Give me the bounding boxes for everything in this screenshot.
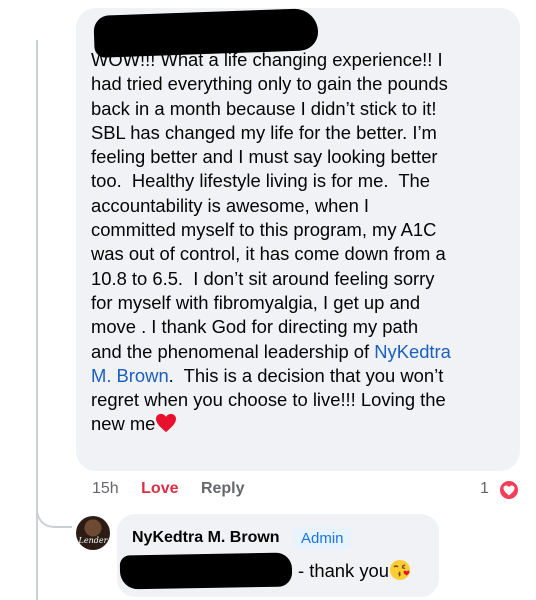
reply-text-content: - thank you bbox=[298, 560, 389, 581]
comment-line-5: feeling better and I must say looking be… bbox=[91, 146, 438, 168]
comment-line-12: move . I thank God for directing my path bbox=[91, 316, 419, 338]
timestamp[interactable]: 15h bbox=[92, 480, 119, 497]
comment-line-1: WOW!!! What a life changing experience!!… bbox=[91, 49, 443, 70]
comment-actions: 15h Love Reply bbox=[92, 480, 263, 498]
reply-button[interactable]: Reply bbox=[201, 480, 245, 497]
reply-connector bbox=[36, 476, 72, 528]
reaction-count[interactable]: 1 bbox=[480, 480, 489, 498]
comment-line-13: and the phenomenal leadership of bbox=[91, 340, 375, 362]
comment-line-3: back in a month because I didn’t stick t… bbox=[91, 97, 437, 119]
comment-line-10: 10.8 to 6.5. I don’t sit around feeling … bbox=[91, 267, 435, 289]
comment-line-7: accountability is awesome, when I bbox=[91, 194, 370, 216]
comment-line-16: new me bbox=[91, 413, 156, 435]
comment-line-11: for myself with fibromyalgia, I get up a… bbox=[91, 291, 421, 313]
reply-author-name[interactable]: NyKedtra M. Brown bbox=[132, 529, 280, 547]
avatar[interactable]: Lender bbox=[76, 516, 110, 550]
comment-line-2: had tried everything only to gain the po… bbox=[91, 73, 448, 95]
comment-line-15: regret when you choose to live!!! Loving… bbox=[91, 389, 446, 411]
red-heart-emoji-icon bbox=[155, 413, 177, 433]
heart-reaction-icon[interactable] bbox=[498, 479, 520, 501]
avatar-logo-text: Lender bbox=[78, 536, 108, 545]
comment-line-9: was out of control, it has come down fro… bbox=[91, 243, 446, 265]
reply-text: - thank you bbox=[298, 559, 411, 582]
redacted-reply-text bbox=[119, 552, 293, 590]
mention-link-part2[interactable]: M. Brown bbox=[91, 365, 169, 386]
mention-link-part1[interactable]: NyKedtra bbox=[374, 341, 451, 362]
comment-line-8: committed myself to this program, my A1C bbox=[91, 219, 437, 241]
love-button[interactable]: Love bbox=[141, 480, 178, 497]
comment-line-14: . This is a decision that you won’t bbox=[168, 364, 444, 386]
comment-line-4: SBL has changed my life for the better. … bbox=[91, 121, 437, 143]
comment-text: WOW!!! What a life changing experience!!… bbox=[91, 48, 516, 437]
face-blowing-kiss-emoji-icon bbox=[389, 559, 411, 581]
comment-line-6: too. Healthy lifestyle living is for me.… bbox=[91, 170, 431, 192]
admin-badge: Admin bbox=[294, 527, 351, 550]
